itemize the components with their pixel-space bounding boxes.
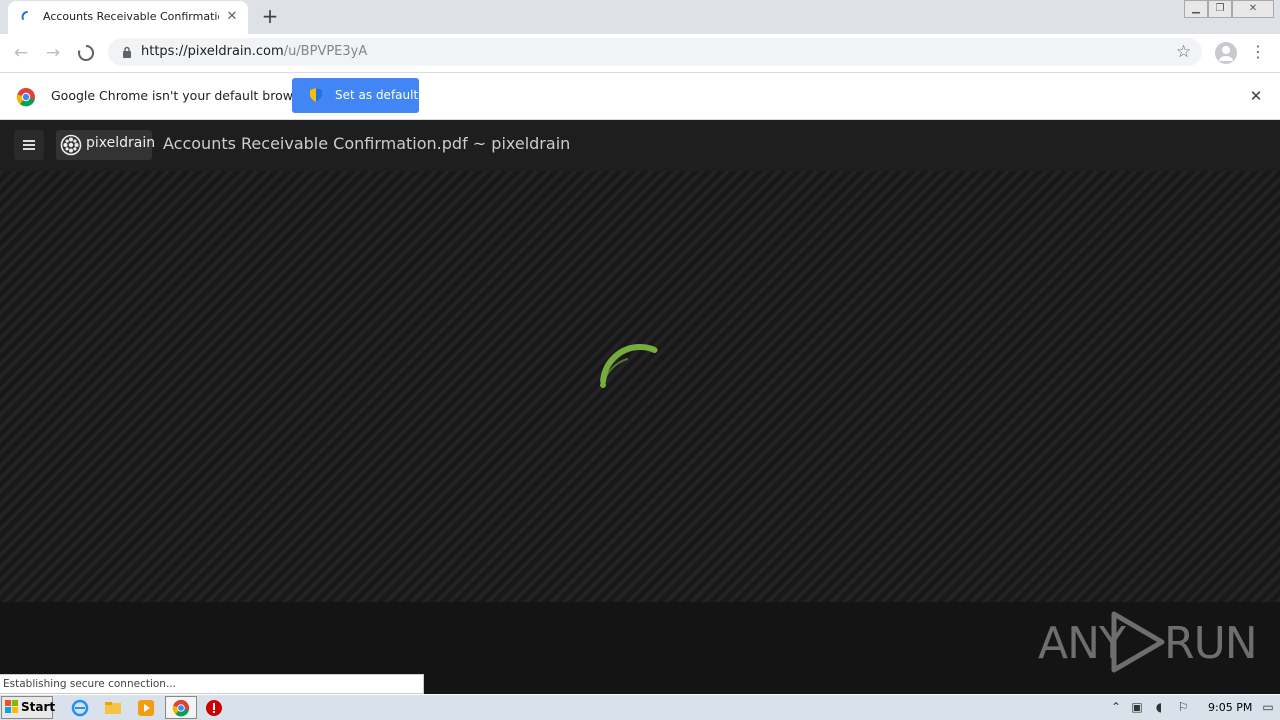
brand-name: pixeldrain <box>86 135 156 151</box>
profile-icon[interactable] <box>1215 42 1237 64</box>
tab-close-icon[interactable]: ✕ <box>225 10 239 24</box>
forward-arrow-icon[interactable]: → <box>43 43 63 63</box>
file-title: Accounts Receivable Confirmation.pdf ~ p… <box>163 134 571 153</box>
stop-sign-icon[interactable] <box>205 699 223 717</box>
file-viewer <box>0 171 1280 602</box>
network-icon[interactable]: ▣ <box>1130 700 1144 714</box>
address-bar[interactable]: https://pixeldrain.com/u/BPVPE3yA ☆ <box>108 38 1202 66</box>
shield-icon <box>310 88 322 102</box>
taskbar-clock[interactable]: 9:05 PM <box>1208 701 1252 714</box>
infobar-message: Google Chrome isn't your default browser <box>51 88 313 103</box>
menu-dots-icon[interactable]: ⋮ <box>1250 42 1266 64</box>
set-as-default-button[interactable]: Set as default <box>292 78 419 113</box>
watermark-run: RUN <box>1164 618 1258 669</box>
browser-tab[interactable]: Accounts Receivable Confirmation.p ✕ <box>8 1 248 34</box>
infobar-close-icon[interactable]: ✕ <box>1247 87 1265 105</box>
chrome-logo-icon <box>16 88 35 107</box>
minimize-button[interactable]: ▁ <box>1184 0 1208 18</box>
show-hidden-icons-icon[interactable]: ⌃ <box>1109 700 1123 714</box>
windows-flag-icon <box>5 700 18 713</box>
play-icon <box>1111 611 1165 673</box>
internet-explorer-icon[interactable] <box>71 699 89 717</box>
loading-spinner-icon <box>21 11 28 20</box>
page-header: pixeldrain Accounts Receivable Confirmat… <box>0 120 1280 171</box>
hamburger-menu-button[interactable] <box>14 130 44 160</box>
media-player-icon[interactable] <box>137 699 155 717</box>
pixeldrain-logo-icon <box>60 134 82 156</box>
set-as-default-label: Set as default <box>335 88 419 102</box>
action-center-flag-icon[interactable]: ⚐ <box>1176 700 1190 714</box>
back-arrow-icon[interactable]: ← <box>11 43 31 63</box>
start-button[interactable]: Start <box>1 696 56 719</box>
start-label: Start <box>21 700 56 714</box>
window-close-button[interactable]: ✕ <box>1232 0 1274 18</box>
file-explorer-icon[interactable] <box>104 699 122 717</box>
system-tray: ⌃ ▣ ◖ ⚐ 9:05 PM ▭ <box>1106 696 1280 719</box>
anyrun-watermark: ANY RUN <box>1038 610 1258 674</box>
loading-spinner-icon <box>599 344 680 388</box>
browser-toolbar: ← → https://pixeldrain.com/u/BPVPE3yA ☆ … <box>0 34 1280 72</box>
pixeldrain-page: pixeldrain Accounts Receivable Confirmat… <box>0 120 1280 692</box>
pixeldrain-brand[interactable]: pixeldrain <box>56 130 156 160</box>
chrome-taskbar-button[interactable] <box>165 696 197 719</box>
bookmark-star-icon[interactable]: ☆ <box>1176 42 1191 62</box>
status-bubble: Establishing secure connection... <box>0 674 424 694</box>
windows-taskbar: Start ⌃ ▣ ◖ ⚐ 9:05 PM ▭ <box>0 694 1280 720</box>
tab-strip: Accounts Receivable Confirmation.p ✕ + ▁… <box>0 0 1280 34</box>
new-tab-button[interactable]: + <box>260 6 280 27</box>
default-browser-infobar: Google Chrome isn't your default browser… <box>0 72 1280 120</box>
show-desktop-icon[interactable]: ▭ <box>1260 700 1276 714</box>
url-text: https://pixeldrain.com/u/BPVPE3yA <box>141 44 368 59</box>
lock-icon <box>123 46 131 58</box>
volume-icon[interactable]: ◖ <box>1152 700 1166 714</box>
restore-button[interactable]: ❐ <box>1208 0 1232 18</box>
stop-loading-icon[interactable] <box>77 44 95 62</box>
tab-title: Accounts Receivable Confirmation.p <box>43 10 219 23</box>
chrome-icon <box>172 699 190 717</box>
